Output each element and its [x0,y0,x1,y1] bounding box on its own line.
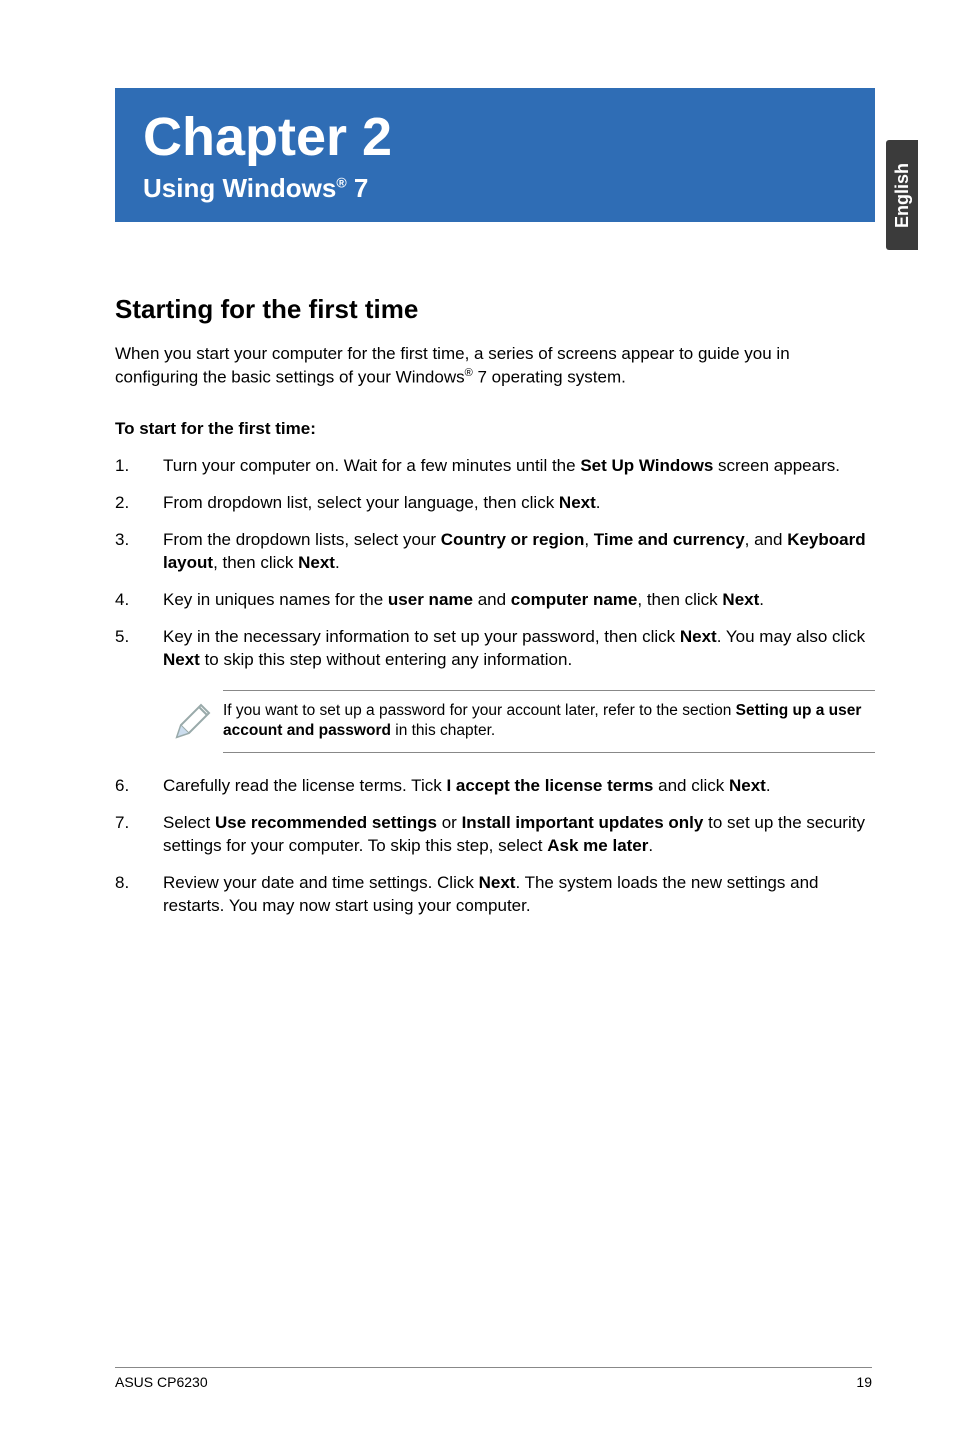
chapter-subtitle: Using Windows® 7 [143,173,847,204]
language-tab-label: English [892,162,913,227]
list-item: 3. From the dropdown lists, select your … [115,529,875,575]
pencil-icon [163,699,223,743]
section-heading: Starting for the first time [115,292,875,327]
page: English Chapter 2 Using Windows® 7 Start… [0,0,954,1438]
note-text: If you want to set up a password for you… [223,690,875,754]
chapter-header: Chapter 2 Using Windows® 7 [115,88,875,222]
note-box: If you want to set up a password for you… [163,690,875,754]
list-item: 8. Review your date and time settings. C… [115,872,875,918]
list-item: 5. Key in the necessary information to s… [115,626,875,672]
steps-list-2: 6. Carefully read the license terms. Tic… [115,775,875,918]
steps-list-1: 1. Turn your computer on. Wait for a few… [115,455,875,672]
subheading: To start for the first time: [115,418,875,441]
list-item: 2. From dropdown list, select your langu… [115,492,875,515]
intro-paragraph: When you start your computer for the fir… [115,343,875,390]
list-item: 1. Turn your computer on. Wait for a few… [115,455,875,478]
list-item: 6. Carefully read the license terms. Tic… [115,775,875,798]
list-item: 7. Select Use recommended settings or In… [115,812,875,858]
list-item: 4. Key in uniques names for the user nam… [115,589,875,612]
footer-right: 19 [856,1374,872,1390]
content: Starting for the first time When you sta… [115,292,875,918]
footer-left: ASUS CP6230 [115,1374,208,1390]
chapter-title: Chapter 2 [143,108,847,167]
page-footer: ASUS CP6230 19 [115,1367,872,1390]
language-tab: English [886,140,918,250]
